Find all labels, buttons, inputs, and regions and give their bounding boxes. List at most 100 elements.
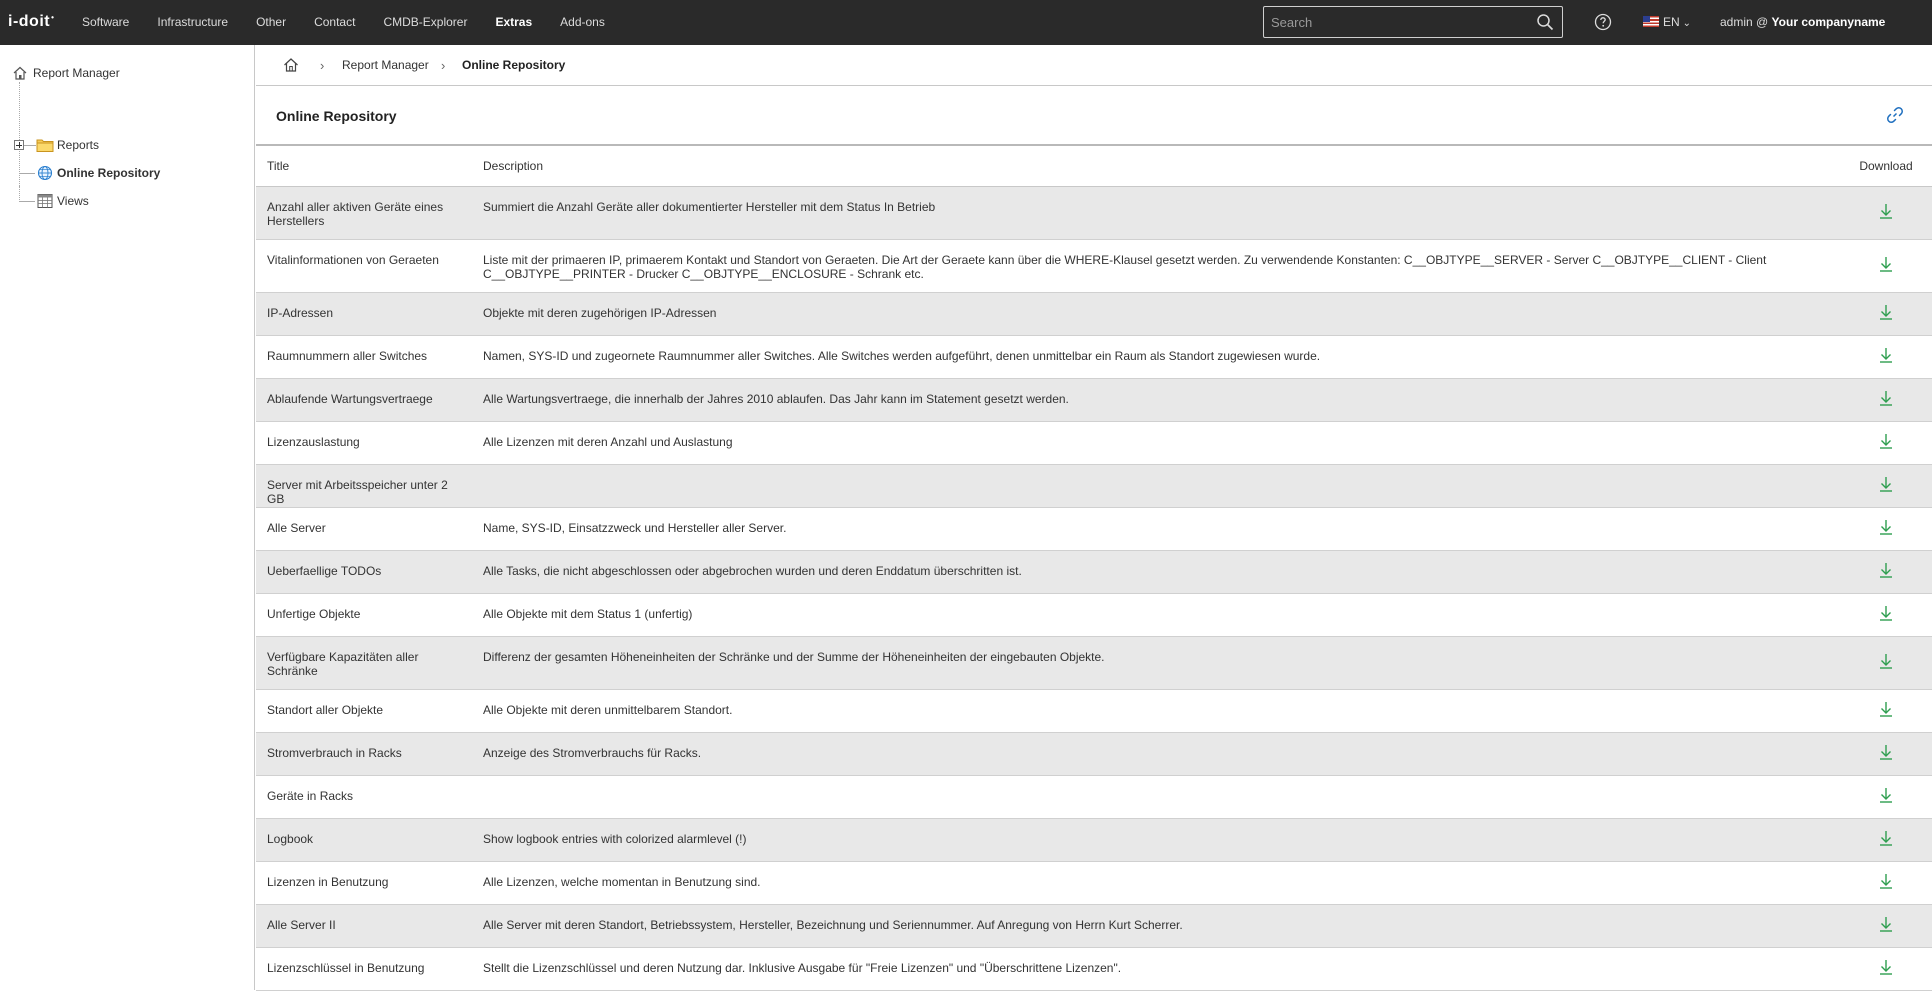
link-icon[interactable] — [1886, 106, 1904, 124]
table-row[interactable]: Logbook Show logbook entries with coloriz… — [256, 818, 1932, 862]
expand-toggle-icon[interactable] — [14, 140, 24, 150]
download-icon[interactable] — [1877, 829, 1895, 847]
download-icon[interactable] — [1877, 255, 1895, 273]
download-icon[interactable] — [1877, 958, 1895, 976]
table-row[interactable]: Geräte in Racks — [256, 775, 1932, 819]
report-description: Stellt die Lizenzschlüssel und deren Nut… — [472, 947, 1840, 991]
download-icon[interactable] — [1877, 786, 1895, 804]
download-icon[interactable] — [1877, 604, 1895, 622]
table-row[interactable]: Lizenzauslastung Alle Lizenzen mit deren … — [256, 421, 1932, 465]
sidebar-item-online-repository[interactable]: Online Repository — [57, 163, 160, 183]
download-cell — [1840, 239, 1932, 293]
user-prefix: admin @ — [1720, 15, 1769, 29]
logo-text: i-doit — [8, 13, 51, 30]
nav-extras[interactable]: Extras — [481, 0, 546, 45]
download-cell — [1840, 947, 1932, 991]
language-selector[interactable]: EN ⌄ — [1643, 0, 1691, 45]
table-row[interactable]: IP-Adressen Objekte mit deren zugehörigen… — [256, 292, 1932, 336]
nav-add-ons[interactable]: Add-ons — [546, 0, 619, 45]
help-icon[interactable] — [1594, 13, 1612, 31]
sidebar-root-report-manager[interactable]: Report Manager — [33, 63, 120, 83]
column-header-download[interactable]: Download — [1840, 146, 1932, 187]
nav-software[interactable]: Software — [68, 0, 143, 45]
download-icon[interactable] — [1877, 432, 1895, 450]
download-cell — [1840, 689, 1932, 733]
table-row[interactable]: Verfügbare Kapazitäten aller Schränke Dif… — [256, 636, 1932, 690]
nav-other[interactable]: Other — [242, 0, 300, 45]
download-icon[interactable] — [1877, 652, 1895, 670]
download-icon[interactable] — [1877, 202, 1895, 220]
column-header-title[interactable]: Title — [256, 146, 472, 187]
report-title: Lizenzschlüssel in Benutzung — [256, 947, 472, 991]
table-row[interactable]: Lizenzschlüssel in Benutzung Stellt die L… — [256, 947, 1932, 991]
table-row[interactable]: Anzahl aller aktiven Geräte eines Herste… — [256, 186, 1932, 240]
report-description — [472, 464, 1840, 508]
report-title: Lizenzen in Benutzung — [256, 861, 472, 905]
table-row[interactable]: Standort aller Objekte Alle Objekte mit d… — [256, 689, 1932, 733]
sidebar: Report Manager Reports Online Repository… — [0, 45, 255, 990]
table-row[interactable]: Alle Server Name, SYS-ID, Einsatzzweck un… — [256, 507, 1932, 551]
download-icon[interactable] — [1877, 743, 1895, 761]
download-icon[interactable] — [1877, 389, 1895, 407]
table-row[interactable]: Lizenzen in Benutzung Alle Lizenzen, welc… — [256, 861, 1932, 905]
download-icon[interactable] — [1877, 872, 1895, 890]
report-description: Alle Objekte mit deren unmittelbarem Sta… — [472, 689, 1840, 733]
download-cell — [1840, 818, 1932, 862]
table-row[interactable]: Ueberfaellige TODOs Alle Tasks, die nicht… — [256, 550, 1932, 594]
report-description: Alle Lizenzen mit deren Anzahl und Ausla… — [472, 421, 1840, 465]
table-row[interactable]: Unfertige Objekte Alle Objekte mit dem St… — [256, 593, 1932, 637]
download-icon[interactable] — [1877, 700, 1895, 718]
report-description: Alle Server mit deren Standort, Betriebs… — [472, 904, 1840, 948]
report-description: Name, SYS-ID, Einsatzzweck und Herstelle… — [472, 507, 1840, 551]
report-title: Alle Server II — [256, 904, 472, 948]
download-cell — [1840, 507, 1932, 551]
table-icon — [37, 194, 53, 208]
search-input[interactable] — [1264, 7, 1528, 37]
nav-infrastructure[interactable]: Infrastructure — [143, 0, 242, 45]
download-cell — [1840, 904, 1932, 948]
table-row[interactable]: Server mit Arbeitsspeicher unter 2 GB — [256, 464, 1932, 508]
globe-icon — [37, 165, 53, 181]
download-icon[interactable] — [1877, 303, 1895, 321]
report-description: Alle Wartungsvertraege, die innerhalb de… — [472, 378, 1840, 422]
search-icon[interactable] — [1536, 13, 1554, 31]
table-row[interactable]: Raumnummern aller Switches Namen, SYS-ID … — [256, 335, 1932, 379]
report-description: Differenz der gesamten Höheneinheiten de… — [472, 636, 1840, 690]
report-title: Raumnummern aller Switches — [256, 335, 472, 379]
report-title: Anzahl aller aktiven Geräte eines Herste… — [256, 186, 472, 240]
nav-cmdb-explorer[interactable]: CMDB-Explorer — [369, 0, 481, 45]
download-cell — [1840, 421, 1932, 465]
company-name: Your companyname — [1771, 15, 1886, 29]
logo[interactable]: i-doit• — [8, 13, 54, 31]
download-icon[interactable] — [1877, 346, 1895, 364]
table-row[interactable]: Stromverbrauch in Racks Anzeige des Strom… — [256, 732, 1932, 776]
download-icon[interactable] — [1877, 518, 1895, 536]
download-icon[interactable] — [1877, 475, 1895, 493]
sidebar-item-views[interactable]: Views — [57, 191, 89, 211]
column-header-description[interactable]: Description — [472, 146, 1840, 187]
report-description: Show logbook entries with colorized alar… — [472, 818, 1840, 862]
report-description: Objekte mit deren zugehörigen IP-Adresse… — [472, 292, 1840, 336]
main-content: › Report Manager › Online Repository Onl… — [256, 45, 1932, 991]
download-icon[interactable] — [1877, 915, 1895, 933]
report-description: Anzeige des Stromverbrauchs für Racks. — [472, 732, 1840, 776]
breadcrumb-current: Online Repository — [462, 58, 566, 72]
download-cell — [1840, 186, 1932, 240]
user-info[interactable]: admin @ Your companyname — [1720, 0, 1885, 45]
download-cell — [1840, 335, 1932, 379]
download-cell — [1840, 550, 1932, 594]
report-description: Namen, SYS-ID und zugeornete Raumnummer … — [472, 335, 1840, 379]
sidebar-item-reports[interactable]: Reports — [57, 135, 99, 155]
table-row[interactable]: Vitalinformationen von Geraeten Liste mit… — [256, 239, 1932, 293]
main-nav: Software Infrastructure Other Contact CM… — [68, 0, 619, 45]
report-title: Ablaufende Wartungsvertraege — [256, 378, 472, 422]
table-row[interactable]: Alle Server II Alle Server mit deren Stan… — [256, 904, 1932, 948]
us-flag-icon — [1643, 16, 1659, 27]
nav-contact[interactable]: Contact — [300, 0, 369, 45]
report-title: Vitalinformationen von Geraeten — [256, 239, 472, 293]
home-icon[interactable] — [283, 57, 299, 73]
download-icon[interactable] — [1877, 561, 1895, 579]
chevron-down-icon: ⌄ — [1682, 18, 1692, 29]
breadcrumb-report-manager[interactable]: Report Manager — [342, 58, 429, 72]
table-row[interactable]: Ablaufende Wartungsvertraege Alle Wartung… — [256, 378, 1932, 422]
